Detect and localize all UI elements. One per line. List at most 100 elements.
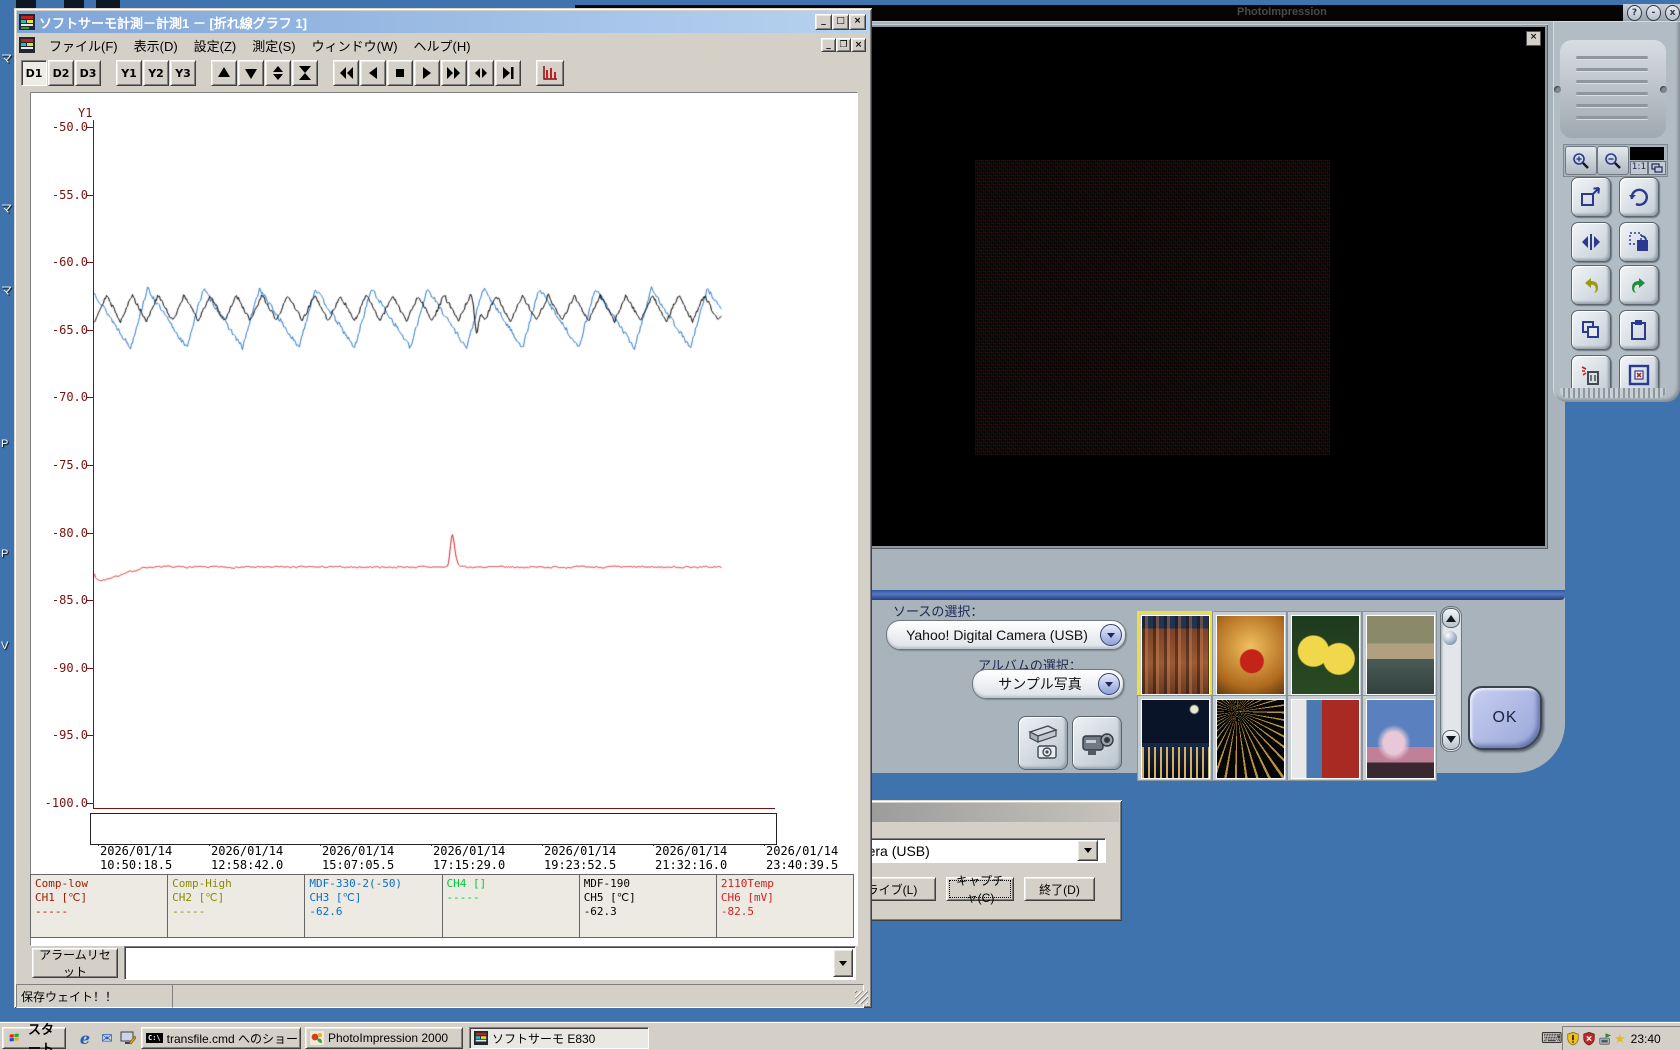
thumbnail-light-spiral[interactable] <box>1212 695 1287 781</box>
task-transfile[interactable]: C:\ transfile.cmd へのショート... <box>141 1027 301 1049</box>
scroll-down-button[interactable] <box>238 60 264 86</box>
flip-horizontal-button[interactable] <box>1571 222 1611 262</box>
rewind-button[interactable] <box>333 60 359 86</box>
copy-button[interactable] <box>1571 310 1611 350</box>
chevron-down-icon[interactable] <box>1098 673 1120 695</box>
keyboard-indicator-icon[interactable]: ⌨ <box>1541 1029 1563 1047</box>
close-button[interactable]: x <box>1665 5 1680 21</box>
compress-vertical-button[interactable] <box>292 60 318 86</box>
cascade-windows-button[interactable] <box>1648 161 1666 175</box>
y1-axis-button[interactable]: Y1 <box>116 60 142 86</box>
source-select-dropdown[interactable]: Yahoo! Digital Camera (USB) <box>886 620 1126 650</box>
zoom-in-button[interactable] <box>1565 146 1597 175</box>
actual-size-button[interactable]: 1:1 <box>1630 161 1648 175</box>
chevron-down-icon[interactable] <box>1100 624 1122 646</box>
photoimpression-title: PhotoImpression <box>1237 6 1327 18</box>
safely-remove-icon[interactable] <box>1598 1032 1612 1046</box>
scroll-up-button[interactable] <box>1442 608 1460 628</box>
minimize-button[interactable]: - <box>1646 5 1661 21</box>
desktop-icon-label-fragment[interactable]: P <box>1 548 8 560</box>
video-source-button[interactable] <box>1072 716 1122 770</box>
expand-vertical-button[interactable] <box>265 60 291 86</box>
y2-axis-button[interactable]: Y2 <box>143 60 169 86</box>
child-close-button[interactable]: × <box>851 38 866 52</box>
expand-horizontal-button[interactable] <box>468 60 494 86</box>
step-right-button[interactable] <box>414 60 440 86</box>
outlook-express-quicklaunch-icon[interactable]: ✉ <box>98 1029 116 1047</box>
menu-view[interactable]: 表示(D) <box>126 34 186 57</box>
ie-quicklaunch-icon[interactable]: e <box>76 1029 94 1047</box>
redo-button[interactable] <box>1619 265 1659 305</box>
arrow-down-icon <box>839 961 847 970</box>
scroll-range-box[interactable] <box>90 813 777 845</box>
menu-settings[interactable]: 設定(Z) <box>186 34 245 57</box>
thumbnail-yellow-flowers[interactable] <box>1287 611 1362 697</box>
child-restore-button[interactable]: ❐ <box>836 38 851 52</box>
child-minimize-button[interactable]: _ <box>821 38 836 52</box>
scrollbar-thumb[interactable] <box>1443 631 1457 645</box>
scroll-up-button[interactable] <box>211 60 237 86</box>
scanner-source-button[interactable] <box>1018 716 1068 770</box>
graph-settings-button[interactable] <box>536 60 564 86</box>
maximize-button[interactable]: □ <box>832 14 849 30</box>
thumbnail-cardinal-bird[interactable] <box>1212 611 1287 697</box>
start-button[interactable]: スタート <box>2 1027 66 1049</box>
go-to-end-button[interactable] <box>495 60 521 86</box>
data1-button[interactable]: D1 <box>21 60 47 86</box>
menu-file[interactable]: ファイル(F) <box>41 34 126 57</box>
resize-grip[interactable] <box>855 991 868 1004</box>
alarm-combobox[interactable] <box>124 946 856 980</box>
scroll-down-button[interactable] <box>1442 730 1460 750</box>
y3-axis-button[interactable]: Y3 <box>170 60 196 86</box>
paste-button[interactable] <box>1619 310 1659 350</box>
desktop-icon-label-fragment[interactable]: V <box>1 640 8 652</box>
stop-button[interactable] <box>387 60 413 86</box>
desktop-icon-label-fragment[interactable]: マ <box>1 282 12 298</box>
arrow-to-end-icon <box>500 65 516 81</box>
star-tray-icon[interactable]: ★ <box>1614 1031 1626 1047</box>
desktop-icon-label-fragment[interactable]: P <box>1 438 8 450</box>
combobox-arrow-button[interactable] <box>1077 840 1098 861</box>
preview-close-icon[interactable]: × <box>1526 31 1541 46</box>
window-title: ソフトサーモ計測－計測1 － [折れ線グラフ 1] <box>39 13 307 32</box>
data2-button[interactable]: D2 <box>48 60 74 86</box>
thumbnail-harbor[interactable] <box>1362 611 1437 697</box>
security-off-icon[interactable] <box>1582 1031 1596 1046</box>
minimize-button[interactable]: _ <box>815 14 832 30</box>
desktop-icon-label-fragment[interactable]: マ <box>1 50 12 66</box>
close-button[interactable]: × <box>849 14 866 30</box>
menu-help[interactable]: ヘルプ(H) <box>406 34 479 57</box>
thumbnail-sunset-clouds[interactable] <box>1362 695 1437 781</box>
menu-measure[interactable]: 測定(S) <box>244 34 303 57</box>
data3-button[interactable]: D3 <box>75 60 101 86</box>
combobox-arrow-button[interactable] <box>833 949 853 977</box>
zoom-out-button[interactable] <box>1597 146 1629 175</box>
fast-forward-button[interactable] <box>441 60 467 86</box>
crop-rotate-button[interactable] <box>1619 222 1659 262</box>
exit-button[interactable]: 終了(D) <box>1024 877 1095 901</box>
task-softthermo[interactable]: ソフトサーモ E830 <box>469 1027 649 1049</box>
security-alert-icon[interactable] <box>1566 1031 1580 1046</box>
thumbnail-scrollbar[interactable] <box>1440 606 1462 752</box>
alarm-reset-button[interactable]: アラームリセット <box>32 948 118 978</box>
task-photoimpression[interactable]: PhotoImpression 2000 <box>305 1027 463 1049</box>
capture-button[interactable]: キャプチャ(C) <box>946 877 1014 901</box>
thumbnail-night-city[interactable] <box>1137 695 1212 781</box>
thumbnail-red-rocks[interactable] <box>1137 611 1212 697</box>
step-left-button[interactable] <box>360 60 386 86</box>
panel-grip[interactable] <box>1560 40 1666 138</box>
undo-button[interactable] <box>1571 265 1611 305</box>
rotate-button[interactable] <box>1619 177 1659 217</box>
album-select-dropdown[interactable]: サンプル写真 <box>972 669 1124 699</box>
menu-window[interactable]: ウィンドウ(W) <box>304 34 406 57</box>
thumbnail-lighthouse[interactable] <box>1287 695 1362 781</box>
arrow-up-icon <box>216 65 232 81</box>
show-desktop-quicklaunch-icon[interactable] <box>119 1029 137 1047</box>
ok-button[interactable]: OK <box>1468 686 1542 750</box>
line-chart[interactable] <box>94 120 775 808</box>
help-button[interactable]: ? <box>1627 5 1642 21</box>
resize-button[interactable] <box>1571 177 1611 217</box>
softthermo-titlebar[interactable]: ソフトサーモ計測－計測1 － [折れ線グラフ 1] _ □ × <box>17 11 869 33</box>
source-select-value: Yahoo! Digital Camera (USB) <box>906 627 1088 643</box>
desktop-icon-label-fragment[interactable]: マ <box>1 200 12 216</box>
